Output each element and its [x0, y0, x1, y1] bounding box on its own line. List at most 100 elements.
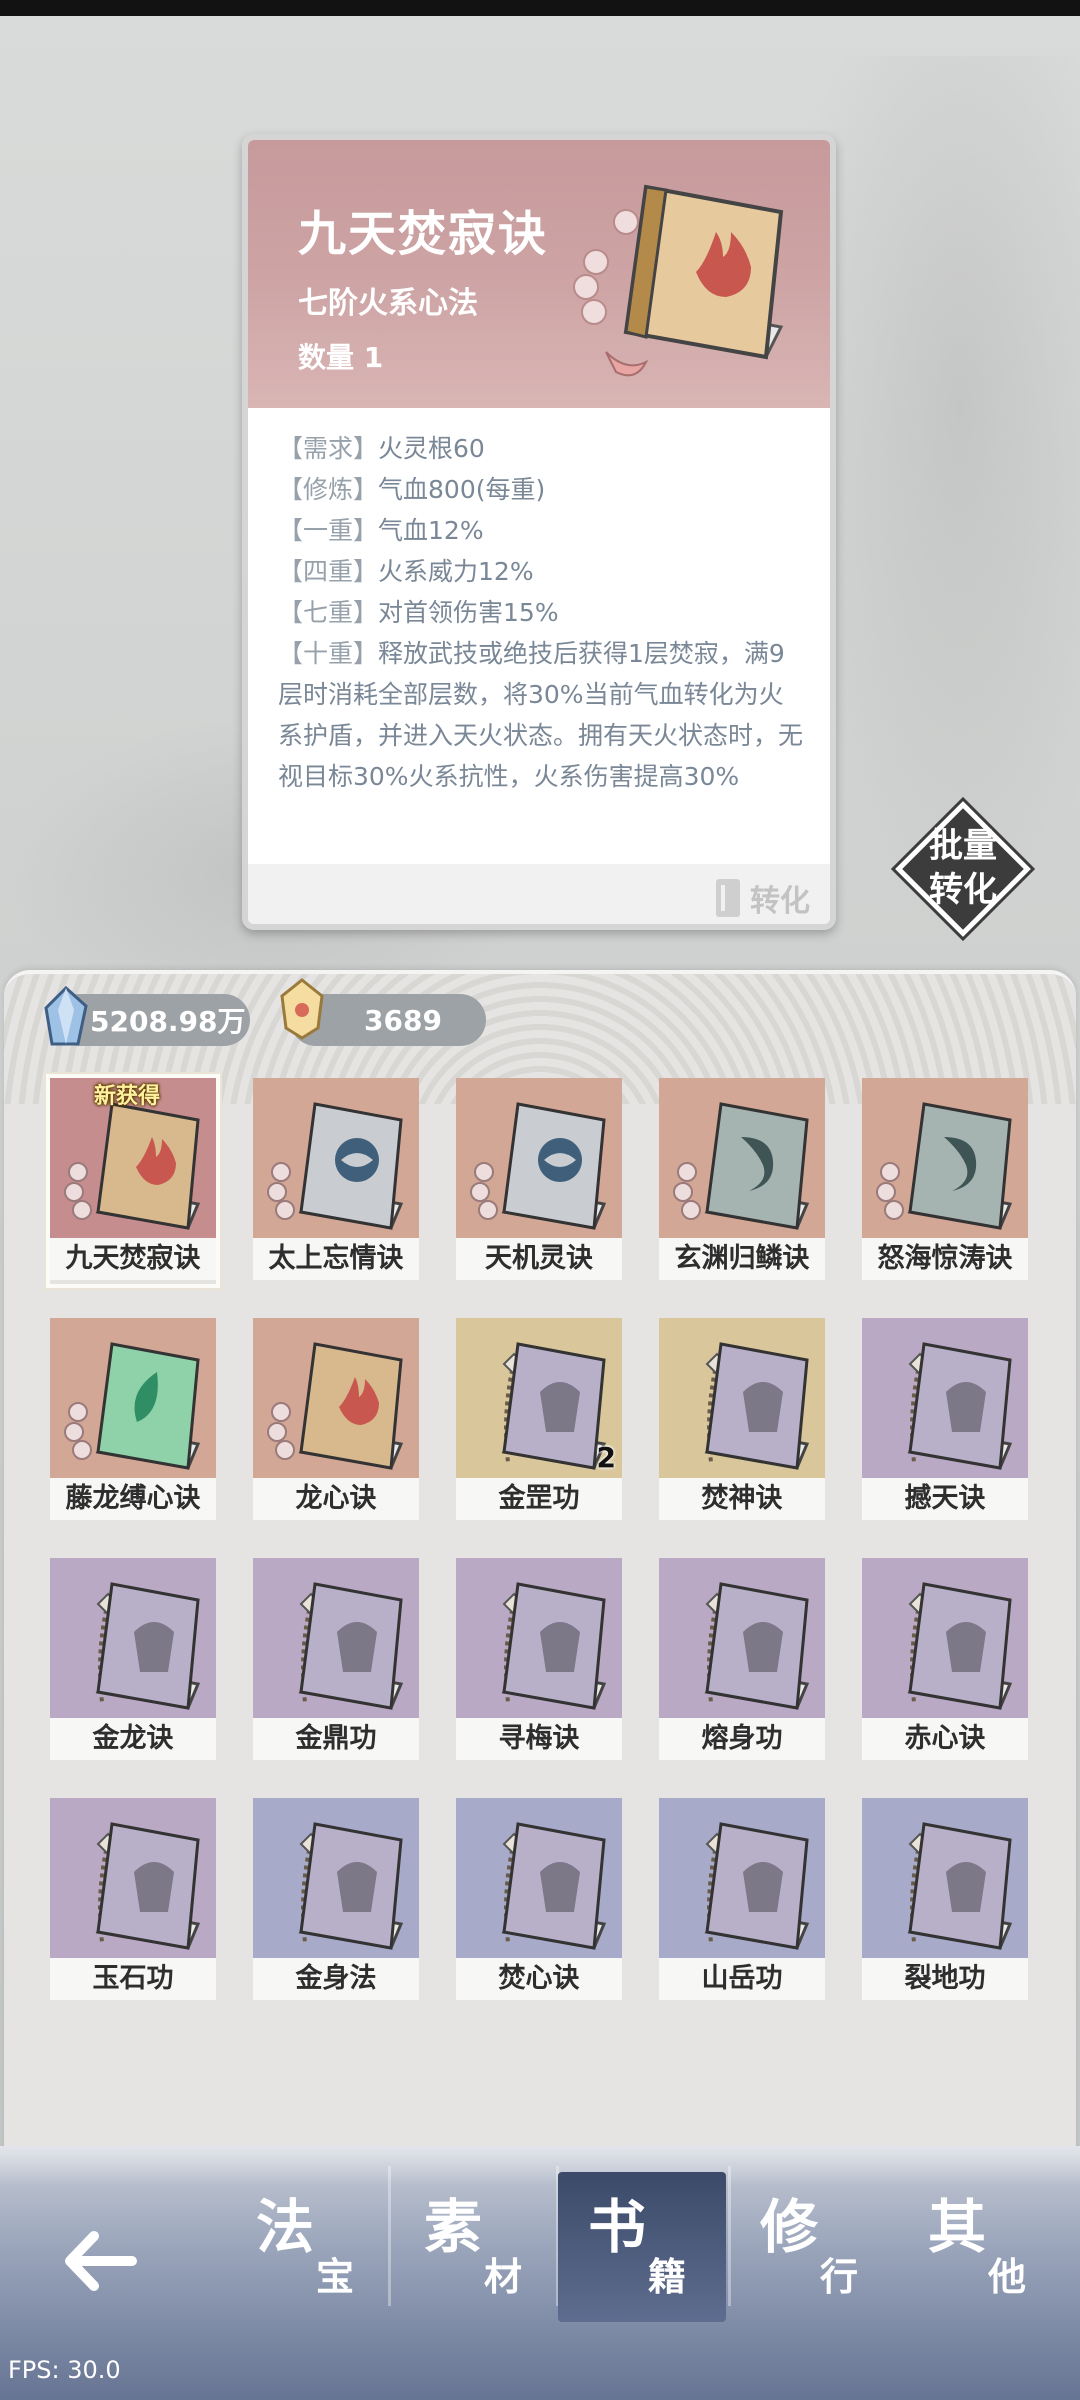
- book-name: 焚心诀: [456, 1958, 622, 2000]
- batch-convert-label: 批量 转化: [929, 826, 997, 910]
- book-icon: [470, 1102, 607, 1230]
- bottom-nav: 法 宝 素 材 书 籍 修 行 其 他: [0, 2146, 1080, 2400]
- book-item[interactable]: 2 金罡功: [456, 1318, 622, 1524]
- spirit-stone-amount: 5208.98万: [90, 1005, 246, 1038]
- book-thumbnail: [659, 1318, 825, 1478]
- book-item[interactable]: 怒海惊涛诀: [862, 1078, 1028, 1284]
- book-item[interactable]: 新获得九天焚寂诀: [46, 1074, 220, 1288]
- desc-line: 【修炼】气血800(每重): [278, 475, 546, 504]
- convert-button[interactable]: 转化: [716, 876, 810, 920]
- status-bar: [0, 0, 1080, 16]
- book-item[interactable]: 藤龙缚心诀: [50, 1318, 216, 1524]
- tab-other[interactable]: 其 他: [898, 2172, 1058, 2322]
- book-item[interactable]: 焚心诀: [456, 1798, 622, 2004]
- book-thumbnail: 新获得: [50, 1078, 216, 1238]
- book-icon: [876, 1102, 1013, 1230]
- book-name: 玉石功: [50, 1958, 216, 2000]
- convert-label: 转化: [750, 884, 810, 919]
- book-item[interactable]: 玉石功: [50, 1798, 216, 2004]
- book-thumbnail: [253, 1798, 419, 1958]
- book-icon: [298, 1582, 404, 1710]
- book-thumbnail: [456, 1558, 622, 1718]
- book-name: 金罡功: [456, 1478, 622, 1520]
- book-name: 寻梅诀: [456, 1718, 622, 1760]
- book-name: 玄渊归鳞诀: [659, 1238, 825, 1280]
- item-detail-card: 九天焚寂诀 七阶火系心法 数量 1 【需求】火灵根60 【修炼】气血800(每重…: [242, 134, 836, 930]
- tab-materials[interactable]: 素 材: [394, 2172, 554, 2322]
- book-name: 龙心诀: [253, 1478, 419, 1520]
- book-thumbnail: [862, 1558, 1028, 1718]
- book-icon: [501, 1822, 607, 1950]
- back-arrow-icon[interactable]: [52, 2206, 148, 2316]
- book-icon: [907, 1582, 1013, 1710]
- book-name: 天机灵诀: [456, 1238, 622, 1280]
- book-name: 焚神诀: [659, 1478, 825, 1520]
- book-illustration: [573, 184, 784, 377]
- tab-cultivation[interactable]: 修 行: [730, 2172, 890, 2322]
- book-icon: [704, 1822, 810, 1950]
- spirit-stone-icon: [44, 986, 88, 1046]
- book-name: 怒海惊涛诀: [862, 1238, 1028, 1280]
- book-thumbnail: [253, 1558, 419, 1718]
- scroll-icon: [716, 879, 740, 917]
- book-icon: [704, 1582, 810, 1710]
- tab-books[interactable]: 书 籍: [558, 2172, 726, 2322]
- desc-line: 【四重】火系威力12%: [278, 557, 534, 586]
- book-thumbnail: [659, 1078, 825, 1238]
- book-icon: [298, 1822, 404, 1950]
- book-icon: [907, 1342, 1013, 1470]
- book-item[interactable]: 赤心诀: [862, 1558, 1028, 1764]
- book-thumbnail: [456, 1798, 622, 1958]
- item-description: 【需求】火灵根60 【修炼】气血800(每重) 【一重】气血12% 【四重】火系…: [278, 428, 808, 797]
- book-item[interactable]: 裂地功: [862, 1798, 1028, 2004]
- book-icon: [95, 1582, 201, 1710]
- book-icon: [907, 1822, 1013, 1950]
- jade-icon: [280, 978, 324, 1040]
- book-item[interactable]: 金身法: [253, 1798, 419, 2004]
- book-item[interactable]: 太上忘情诀: [253, 1078, 419, 1284]
- new-badge: 新获得: [94, 1084, 161, 1109]
- book-item[interactable]: 玄渊归鳞诀: [659, 1078, 825, 1284]
- book-item[interactable]: 焚神诀: [659, 1318, 825, 1524]
- desc-line: 【七重】对首领伤害15%: [278, 598, 559, 627]
- fps-counter: FPS: 30.0: [8, 2356, 121, 2384]
- batch-convert-button[interactable]: 批量 转化: [895, 801, 1031, 937]
- book-name: 金龙诀: [50, 1718, 216, 1760]
- book-item[interactable]: 撼天诀: [862, 1318, 1028, 1524]
- book-item[interactable]: 寻梅诀: [456, 1558, 622, 1764]
- desc-line: 【十重】释放武技或绝技后获得1层焚寂，满9层时消耗全部层数，将30%当前气血转化…: [278, 639, 804, 791]
- item-title: 九天焚寂诀: [298, 206, 549, 262]
- book-icon: [267, 1342, 404, 1470]
- book-name: 裂地功: [862, 1958, 1028, 2000]
- book-thumbnail: [253, 1318, 419, 1478]
- book-name: 赤心诀: [862, 1718, 1028, 1760]
- book-name: 山岳功: [659, 1958, 825, 2000]
- book-item[interactable]: 山岳功: [659, 1798, 825, 2004]
- book-thumbnail: [456, 1078, 622, 1238]
- book-item[interactable]: 金鼎功: [253, 1558, 419, 1764]
- book-item[interactable]: 金龙诀: [50, 1558, 216, 1764]
- book-item[interactable]: 龙心诀: [253, 1318, 419, 1524]
- book-thumbnail: [50, 1798, 216, 1958]
- book-thumbnail: [253, 1078, 419, 1238]
- book-icon: [673, 1102, 810, 1230]
- book-name: 九天焚寂诀: [50, 1238, 216, 1280]
- book-thumbnail: [50, 1558, 216, 1718]
- book-name: 藤龙缚心诀: [50, 1478, 216, 1520]
- tab-treasure[interactable]: 法 宝: [226, 2172, 386, 2322]
- book-thumbnail: [50, 1318, 216, 1478]
- book-item[interactable]: 天机灵诀: [456, 1078, 622, 1284]
- book-name: 金鼎功: [253, 1718, 419, 1760]
- book-icon: [501, 1342, 607, 1470]
- book-thumbnail: [659, 1798, 825, 1958]
- card-footer: 转化: [248, 864, 830, 924]
- item-count: 2: [596, 1441, 616, 1474]
- book-thumbnail: [862, 1078, 1028, 1238]
- book-icon: [64, 1102, 201, 1230]
- book-icon: [704, 1342, 810, 1470]
- book-thumbnail: [659, 1558, 825, 1718]
- item-subtitle: 七阶火系心法: [298, 286, 478, 321]
- book-name: 金身法: [253, 1958, 419, 2000]
- book-item[interactable]: 熔身功: [659, 1558, 825, 1764]
- book-icon: [95, 1822, 201, 1950]
